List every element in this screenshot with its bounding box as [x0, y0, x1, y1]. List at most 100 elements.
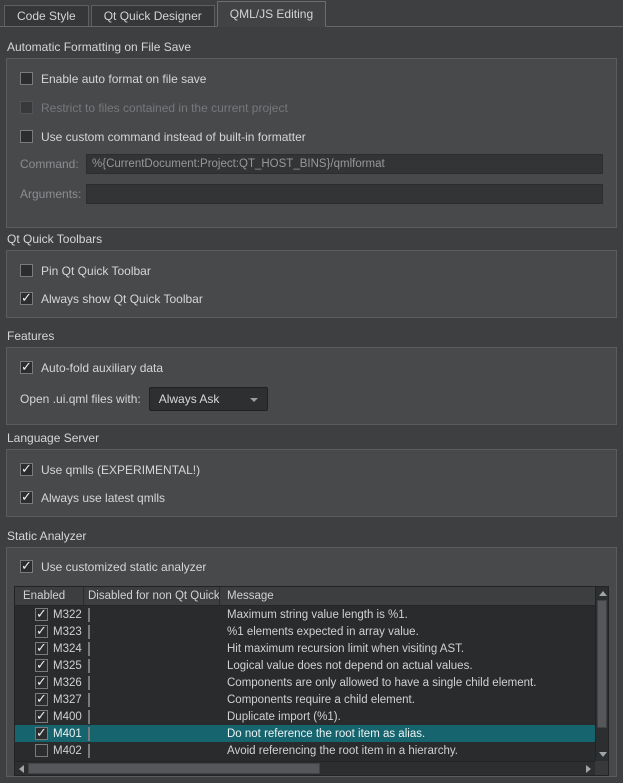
- h-scrollbar-thumb[interactable]: [28, 763, 320, 774]
- row-customized-analyzer[interactable]: Use customized static analyzer: [20, 559, 609, 574]
- scroll-left-button[interactable]: [15, 762, 28, 775]
- row-enabled-checkbox[interactable]: [35, 744, 48, 757]
- horizontal-scrollbar[interactable]: [15, 761, 595, 775]
- enable-auto-format-checkbox[interactable]: [20, 72, 33, 85]
- group-features: Auto-fold auxiliary data Open .ui.qml fi…: [6, 347, 617, 425]
- analyzer-table-header: Enabled Disabled for non Qt Quick UI Mes…: [15, 587, 608, 606]
- open-uiqml-label: Open .ui.qml files with:: [20, 392, 141, 406]
- use-qmlls-checkbox[interactable]: [20, 463, 33, 476]
- row-enabled-checkbox[interactable]: [35, 659, 48, 672]
- row-code: M322: [53, 609, 82, 621]
- row-message: Avoid referencing the root item in a hie…: [220, 745, 595, 757]
- command-row: Command:: [20, 154, 603, 174]
- row-message: Logical value does not depend on actual …: [220, 660, 595, 672]
- pin-toolbar-label: Pin Qt Quick Toolbar: [41, 264, 151, 278]
- group-language-server: Use qmlls (EXPERIMENTAL!) Always use lat…: [6, 449, 617, 517]
- row-use-qmlls[interactable]: Use qmlls (EXPERIMENTAL!): [20, 462, 603, 477]
- scrollbar-corner: [595, 761, 608, 775]
- analyzer-table: Enabled Disabled for non Qt Quick UI Mes…: [14, 586, 609, 776]
- row-disabled-checkbox[interactable]: [88, 676, 90, 690]
- table-row[interactable]: M401 Do not reference the root item as a…: [15, 725, 595, 742]
- tab-qt-quick-designer[interactable]: Qt Quick Designer: [91, 5, 215, 26]
- header-disabled-non-qt-quick-ui[interactable]: Disabled for non Qt Quick UI: [84, 587, 220, 605]
- customized-analyzer-checkbox[interactable]: [20, 560, 33, 573]
- table-row[interactable]: M402 Avoid referencing the root item in …: [15, 742, 595, 759]
- table-row[interactable]: M400 Duplicate import (%1).: [15, 708, 595, 725]
- tab-qml-js-editing[interactable]: QML/JS Editing: [217, 1, 326, 27]
- row-autofold[interactable]: Auto-fold auxiliary data: [20, 360, 603, 375]
- scroll-up-button[interactable]: [596, 587, 609, 600]
- row-message: Components are only allowed to have a si…: [220, 677, 595, 689]
- row-code: M326: [53, 677, 82, 689]
- pin-toolbar-checkbox[interactable]: [20, 264, 33, 277]
- custom-command-checkbox[interactable]: [20, 130, 33, 143]
- row-disabled-checkbox[interactable]: [88, 642, 90, 656]
- row-latest-qmlls[interactable]: Always use latest qmlls: [20, 490, 603, 505]
- open-uiqml-combo[interactable]: Always Ask: [149, 387, 268, 411]
- arguments-row: Arguments:: [20, 184, 603, 204]
- row-enabled-checkbox[interactable]: [35, 693, 48, 706]
- row-code: M325: [53, 660, 82, 672]
- row-message: Maximum string value length is %1.: [220, 609, 595, 621]
- v-scrollbar-thumb[interactable]: [597, 600, 607, 728]
- chevron-down-icon: [250, 398, 258, 402]
- row-disabled-checkbox[interactable]: [88, 608, 90, 622]
- row-code: M400: [53, 711, 82, 723]
- open-uiqml-value: Always Ask: [159, 392, 220, 406]
- row-enabled-checkbox[interactable]: [35, 676, 48, 689]
- row-enabled-checkbox[interactable]: [35, 642, 48, 655]
- row-enabled-checkbox[interactable]: [35, 727, 48, 740]
- section-title-auto-format: Automatic Formatting on File Save: [7, 40, 617, 54]
- table-row[interactable]: M325 Logical value does not depend on ac…: [15, 657, 595, 674]
- scroll-left-icon: [19, 765, 24, 773]
- row-enabled-checkbox[interactable]: [35, 625, 48, 638]
- always-show-toolbar-checkbox[interactable]: [20, 292, 33, 305]
- vertical-scrollbar[interactable]: [595, 587, 608, 761]
- header-message[interactable]: Message: [220, 587, 608, 605]
- row-code: M324: [53, 643, 82, 655]
- section-title-features: Features: [7, 329, 617, 343]
- scroll-down-button[interactable]: [596, 748, 609, 761]
- row-enabled-checkbox[interactable]: [35, 608, 48, 621]
- section-title-static-analyzer: Static Analyzer: [7, 529, 617, 543]
- row-enable-auto-format[interactable]: Enable auto format on file save: [20, 71, 603, 86]
- row-always-show-toolbar[interactable]: Always show Qt Quick Toolbar: [20, 291, 603, 306]
- section-title-toolbars: Qt Quick Toolbars: [7, 232, 617, 246]
- row-message: Duplicate import (%1).: [220, 711, 595, 723]
- table-row[interactable]: M327 Components require a child element.: [15, 691, 595, 708]
- row-message: Hit maximum recursion limit when visitin…: [220, 643, 595, 655]
- group-static-analyzer: Use customized static analyzer Enabled D…: [6, 547, 617, 777]
- scroll-right-button[interactable]: [582, 762, 595, 775]
- latest-qmlls-checkbox[interactable]: [20, 491, 33, 504]
- tab-code-style[interactable]: Code Style: [4, 5, 89, 26]
- section-title-language-server: Language Server: [7, 431, 617, 445]
- latest-qmlls-label: Always use latest qmlls: [41, 491, 165, 505]
- scroll-right-icon: [586, 765, 591, 773]
- autofold-checkbox[interactable]: [20, 361, 33, 374]
- qmljs-editing-panel: Automatic Formatting on File Save Enable…: [0, 40, 623, 777]
- row-disabled-checkbox[interactable]: [88, 727, 90, 741]
- row-custom-command[interactable]: Use custom command instead of built-in f…: [20, 129, 603, 144]
- enable-auto-format-label: Enable auto format on file save: [41, 72, 206, 86]
- table-row[interactable]: M324 Hit maximum recursion limit when vi…: [15, 640, 595, 657]
- row-disabled-checkbox[interactable]: [88, 625, 90, 639]
- always-show-toolbar-label: Always show Qt Quick Toolbar: [41, 292, 203, 306]
- settings-tab-bar: Code Style Qt Quick Designer QML/JS Edit…: [0, 0, 623, 27]
- row-disabled-checkbox[interactable]: [88, 710, 90, 724]
- row-disabled-checkbox[interactable]: [88, 693, 90, 707]
- table-row[interactable]: M326 Components are only allowed to have…: [15, 674, 595, 691]
- command-label: Command:: [20, 157, 86, 171]
- header-enabled[interactable]: Enabled: [15, 587, 84, 605]
- group-toolbars: Pin Qt Quick Toolbar Always show Qt Quic…: [6, 250, 617, 318]
- customized-analyzer-label: Use customized static analyzer: [41, 560, 206, 574]
- group-auto-format: Enable auto format on file save Restrict…: [6, 58, 617, 228]
- row-message: Do not reference the root item as alias.: [220, 728, 595, 740]
- row-restrict-project: Restrict to files contained in the curre…: [20, 100, 603, 115]
- row-disabled-checkbox[interactable]: [88, 744, 90, 758]
- row-enabled-checkbox[interactable]: [35, 710, 48, 723]
- row-disabled-checkbox[interactable]: [88, 659, 90, 673]
- row-code: M402: [53, 745, 82, 757]
- table-row[interactable]: M323 %1 elements expected in array value…: [15, 623, 595, 640]
- row-pin-toolbar[interactable]: Pin Qt Quick Toolbar: [20, 263, 603, 278]
- table-row[interactable]: M322 Maximum string value length is %1.: [15, 606, 595, 623]
